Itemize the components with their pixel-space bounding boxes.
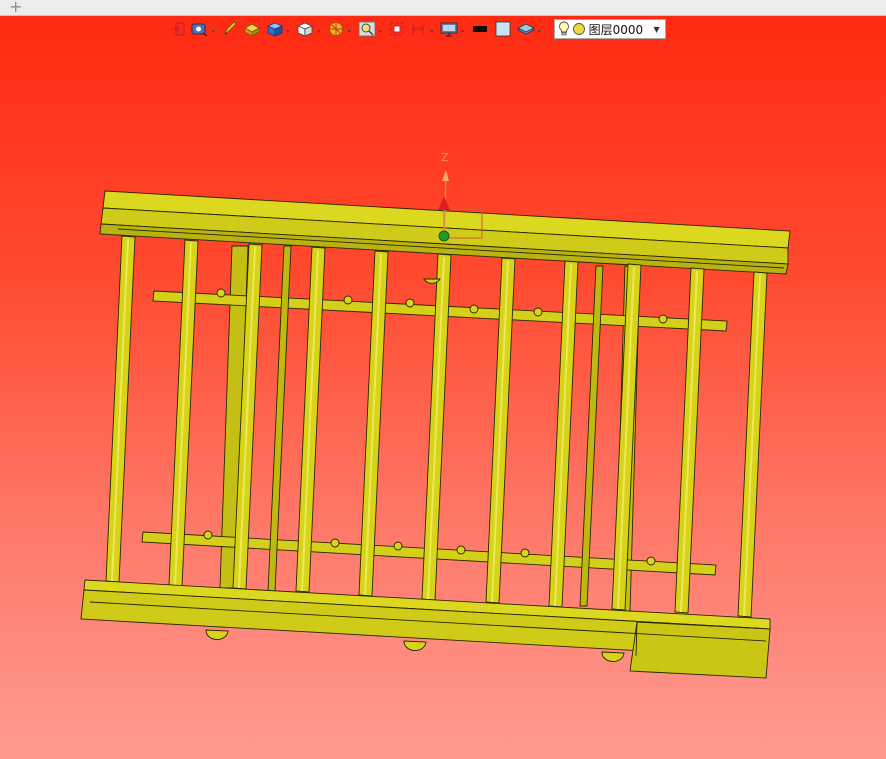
foot (205, 629, 229, 640)
upper-bolt (658, 314, 668, 324)
lower-bolt (520, 548, 530, 558)
foot (403, 640, 427, 651)
railing-model: Z (80, 151, 791, 679)
foot (601, 651, 625, 662)
lower-bolt (646, 556, 656, 566)
z-arrow-red (438, 196, 450, 210)
upper-bolt (405, 298, 415, 308)
triad-origin (438, 230, 450, 242)
lower-bolt (393, 541, 403, 551)
upper-bolt (216, 288, 226, 298)
upper-bolt (343, 295, 353, 305)
lower-bolt (456, 545, 466, 555)
upper-bolt (533, 307, 543, 317)
lower-bolt (330, 538, 340, 548)
lower-bolt (203, 530, 213, 540)
new-tab-button[interactable]: + (9, 0, 22, 17)
z-arrow-head (442, 170, 449, 181)
upper-bolt (469, 304, 479, 314)
tab-strip: + (0, 0, 886, 16)
bottom-rail-end-block (629, 621, 771, 679)
3d-viewport[interactable]: ⌄ ⌄ ⌄ ⌄ ⌄ ⌄ ⌄ ⌄ 图层0000 ▼ Z (0, 16, 886, 759)
triad-z-label: Z (441, 151, 449, 164)
